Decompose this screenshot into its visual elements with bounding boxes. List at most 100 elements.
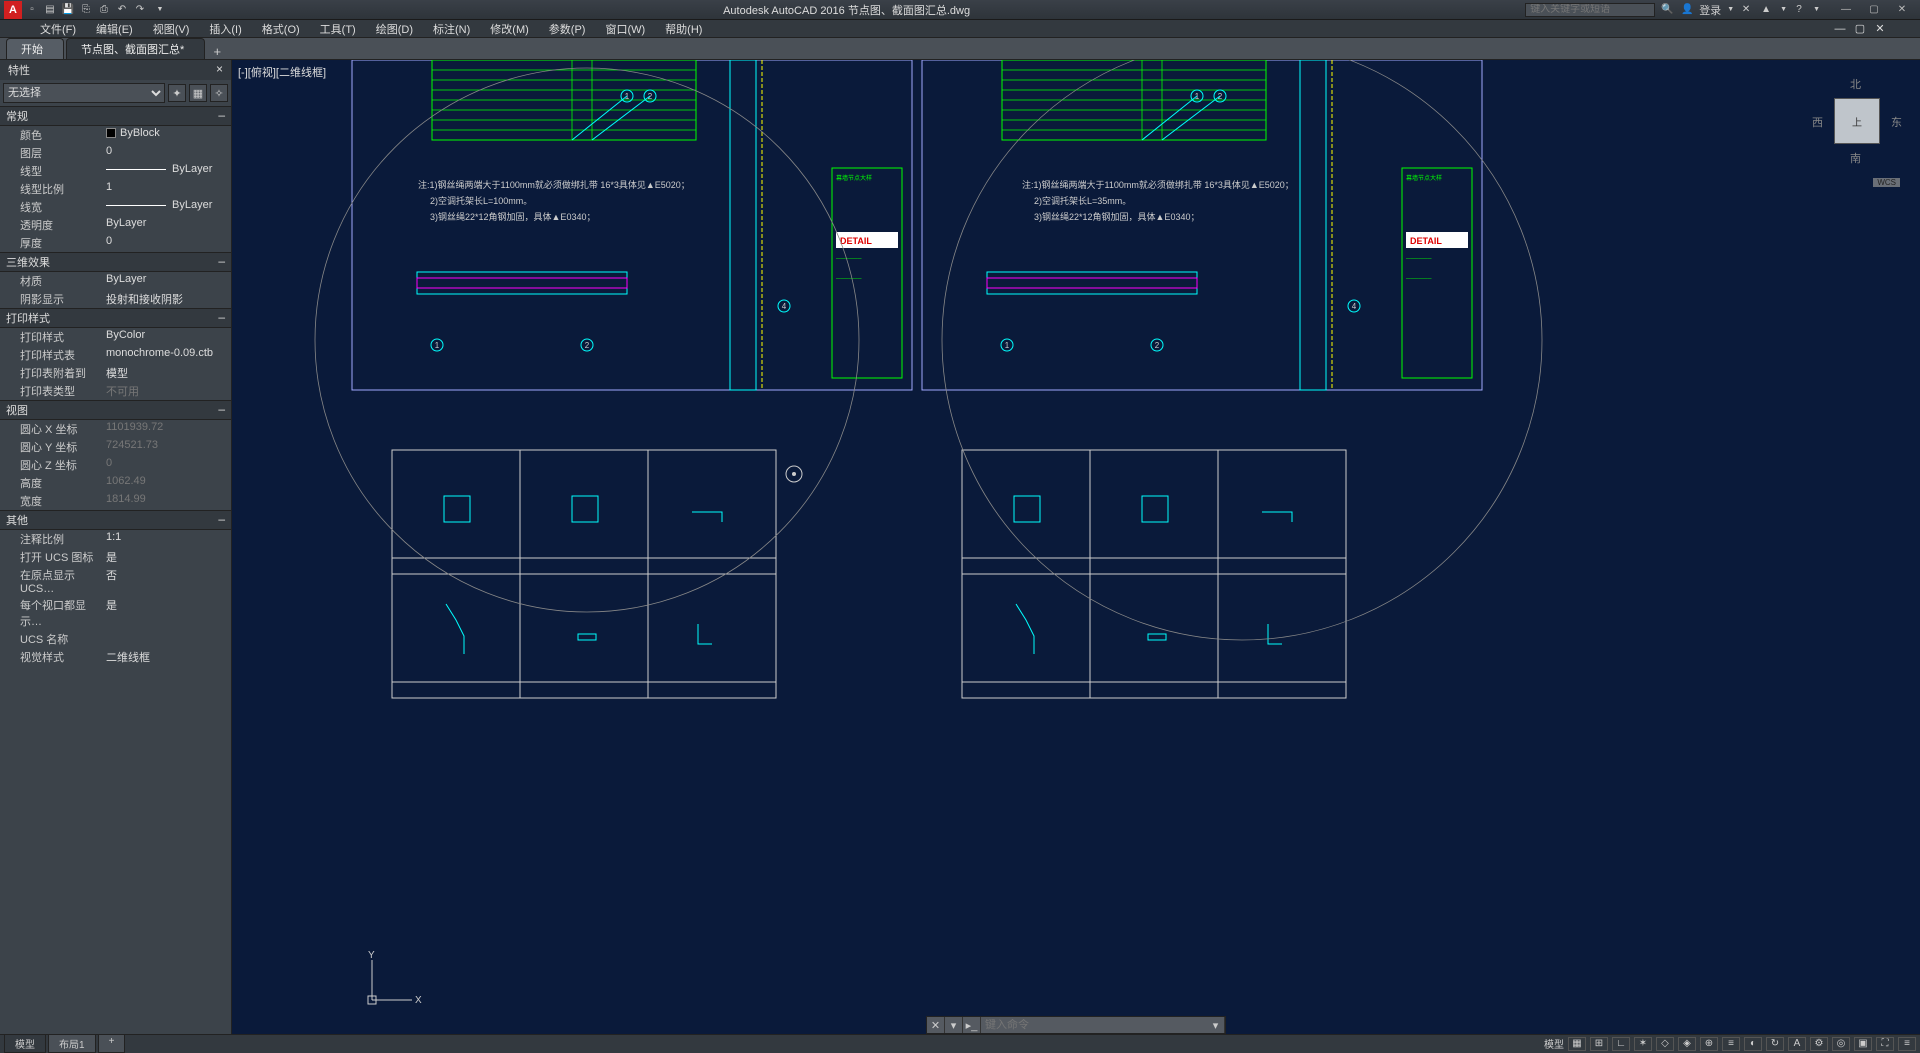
prop-vs-value[interactable]: 二维线框 xyxy=(102,648,231,666)
menu-draw[interactable]: 绘图(D) xyxy=(366,21,423,37)
login-dropdown-icon[interactable]: ▼ xyxy=(1727,6,1734,13)
menu-format[interactable]: 格式(O) xyxy=(252,21,310,37)
new-icon[interactable]: ▫ xyxy=(24,2,40,18)
quickselect-icon[interactable]: ✧ xyxy=(210,84,228,102)
viewcube-south[interactable]: 南 xyxy=(1850,150,1861,166)
viewcube-west[interactable]: 西 xyxy=(1812,114,1823,130)
menu-edit[interactable]: 编辑(E) xyxy=(86,21,143,37)
prop-vpucs-value[interactable]: 是 xyxy=(102,596,231,630)
panel-close-icon[interactable]: × xyxy=(216,62,223,78)
menu-file[interactable]: 文件(F) xyxy=(30,21,86,37)
prop-cz-value[interactable]: 0 xyxy=(102,456,231,474)
quickprops-icon[interactable]: ✦ xyxy=(168,84,186,102)
viewcube[interactable]: 北 南 西 东 上 xyxy=(1812,76,1902,166)
viewcube-east[interactable]: 东 xyxy=(1891,114,1902,130)
a360-icon[interactable]: ▲ xyxy=(1758,2,1774,18)
customize-icon[interactable]: ≡ xyxy=(1898,1037,1916,1051)
prop-thickness-value[interactable]: 0 xyxy=(102,234,231,252)
saveas-icon[interactable]: ⎘ xyxy=(78,2,94,18)
model-label[interactable]: 模型 xyxy=(1544,1036,1564,1051)
cmdline-history-icon[interactable]: ▾ xyxy=(945,1017,963,1033)
prop-pst-value[interactable]: monochrome-0.09.ctb xyxy=(102,346,231,364)
prop-linetype-value[interactable]: ByLayer xyxy=(102,162,231,180)
app-logo-icon[interactable]: A xyxy=(4,1,22,19)
close-button[interactable]: ✕ xyxy=(1888,1,1916,19)
isolate-icon[interactable]: ◎ xyxy=(1832,1037,1850,1051)
prop-ptt-value[interactable]: 不可用 xyxy=(102,382,231,400)
prop-cy-value[interactable]: 724521.73 xyxy=(102,438,231,456)
3dosnap-toggle-icon[interactable]: ◈ xyxy=(1678,1037,1696,1051)
prop-transp-value[interactable]: ByLayer xyxy=(102,216,231,234)
snap-toggle-icon[interactable]: ⊞ xyxy=(1590,1037,1608,1051)
doc-close-button[interactable]: ✕ xyxy=(1870,21,1890,37)
exchange-icon[interactable]: ✕ xyxy=(1738,2,1754,18)
tab-file-1[interactable]: 节点图、截面图汇总* xyxy=(66,38,205,59)
cmdline-close-icon[interactable]: ✕ xyxy=(927,1017,945,1033)
transparency-toggle-icon[interactable]: ◐ xyxy=(1744,1037,1762,1051)
prop-ucsname-value[interactable] xyxy=(102,630,231,648)
menu-parametric[interactable]: 参数(P) xyxy=(539,21,596,37)
prop-cx-value[interactable]: 1101939.72 xyxy=(102,420,231,438)
cmdline-dropdown-icon[interactable]: ▾ xyxy=(1207,1017,1225,1033)
tab-add-button[interactable]: + xyxy=(207,44,227,59)
user-icon[interactable]: 👤 xyxy=(1679,2,1695,18)
prop-lineweight-value[interactable]: ByLayer xyxy=(102,198,231,216)
selectobj-icon[interactable]: ▦ xyxy=(189,84,207,102)
help-dropdown-icon[interactable]: ▼ xyxy=(1813,6,1820,13)
minimize-button[interactable]: — xyxy=(1832,1,1860,19)
menu-dimension[interactable]: 标注(N) xyxy=(423,21,480,37)
ortho-toggle-icon[interactable]: ∟ xyxy=(1612,1037,1630,1051)
prop-ltscale-value[interactable]: 1 xyxy=(102,180,231,198)
add-layout-button[interactable]: + xyxy=(98,1034,126,1053)
selection-filter-select[interactable]: 无选择 xyxy=(3,83,165,103)
workspace-icon[interactable]: ⚙ xyxy=(1810,1037,1828,1051)
redo-icon[interactable]: ↷ xyxy=(132,2,148,18)
model-tab[interactable]: 模型 xyxy=(4,1034,46,1053)
prop-material-value[interactable]: ByLayer xyxy=(102,272,231,290)
menu-window[interactable]: 窗口(W) xyxy=(595,21,655,37)
grid-toggle-icon[interactable]: ▦ xyxy=(1568,1037,1586,1051)
wcs-badge[interactable]: WCS xyxy=(1873,178,1900,187)
open-icon[interactable]: ▤ xyxy=(42,2,58,18)
menu-modify[interactable]: 修改(M) xyxy=(480,21,539,37)
a360-dropdown-icon[interactable]: ▼ xyxy=(1780,6,1787,13)
menu-tools[interactable]: 工具(T) xyxy=(310,21,366,37)
undo-icon[interactable]: ↶ xyxy=(114,2,130,18)
cat-3d-effects[interactable]: 三维效果– xyxy=(0,252,231,272)
prop-w-value[interactable]: 1814.99 xyxy=(102,492,231,510)
cat-view[interactable]: 视图– xyxy=(0,400,231,420)
command-line[interactable]: ✕ ▾ ▸_ ▾ xyxy=(926,1016,1226,1034)
doc-maximize-button[interactable]: ▢ xyxy=(1850,21,1870,37)
prop-ann-value[interactable]: 1:1 xyxy=(102,530,231,548)
help-icon[interactable]: ? xyxy=(1791,2,1807,18)
cleanscreen-icon[interactable]: ⛶ xyxy=(1876,1037,1894,1051)
search-input[interactable] xyxy=(1525,3,1655,17)
cat-general[interactable]: 常规– xyxy=(0,106,231,126)
cycle-toggle-icon[interactable]: ↻ xyxy=(1766,1037,1784,1051)
login-button[interactable]: 登录 xyxy=(1699,2,1721,18)
osnap-toggle-icon[interactable]: ◇ xyxy=(1656,1037,1674,1051)
prop-color-value[interactable]: ByBlock xyxy=(102,126,231,144)
viewcube-north[interactable]: 北 xyxy=(1850,76,1861,92)
cat-plot[interactable]: 打印样式– xyxy=(0,308,231,328)
layout1-tab[interactable]: 布局1 xyxy=(48,1034,96,1053)
tab-start[interactable]: 开始 xyxy=(6,38,64,59)
prop-ucsicon-value[interactable]: 是 xyxy=(102,548,231,566)
prop-h-value[interactable]: 1062.49 xyxy=(102,474,231,492)
prop-ps-value[interactable]: ByColor xyxy=(102,328,231,346)
menu-insert[interactable]: 插入(I) xyxy=(199,21,251,37)
polar-toggle-icon[interactable]: ✶ xyxy=(1634,1037,1652,1051)
cat-misc[interactable]: 其他– xyxy=(0,510,231,530)
prop-ucsorigin-value[interactable]: 否 xyxy=(102,566,231,596)
print-icon[interactable]: ⎙ xyxy=(96,2,112,18)
drawing-area[interactable]: [-][俯视][二维线框] 1 xyxy=(232,60,1920,1034)
hardware-icon[interactable]: ▣ xyxy=(1854,1037,1872,1051)
menu-help[interactable]: 帮助(H) xyxy=(655,21,712,37)
menu-view[interactable]: 视图(V) xyxy=(143,21,200,37)
command-input[interactable] xyxy=(981,1019,1207,1031)
save-icon[interactable]: 💾 xyxy=(60,2,76,18)
maximize-button[interactable]: ▢ xyxy=(1860,1,1888,19)
lwt-toggle-icon[interactable]: ≡ xyxy=(1722,1037,1740,1051)
annoscale-icon[interactable]: A xyxy=(1788,1037,1806,1051)
doc-minimize-button[interactable]: — xyxy=(1830,21,1850,37)
